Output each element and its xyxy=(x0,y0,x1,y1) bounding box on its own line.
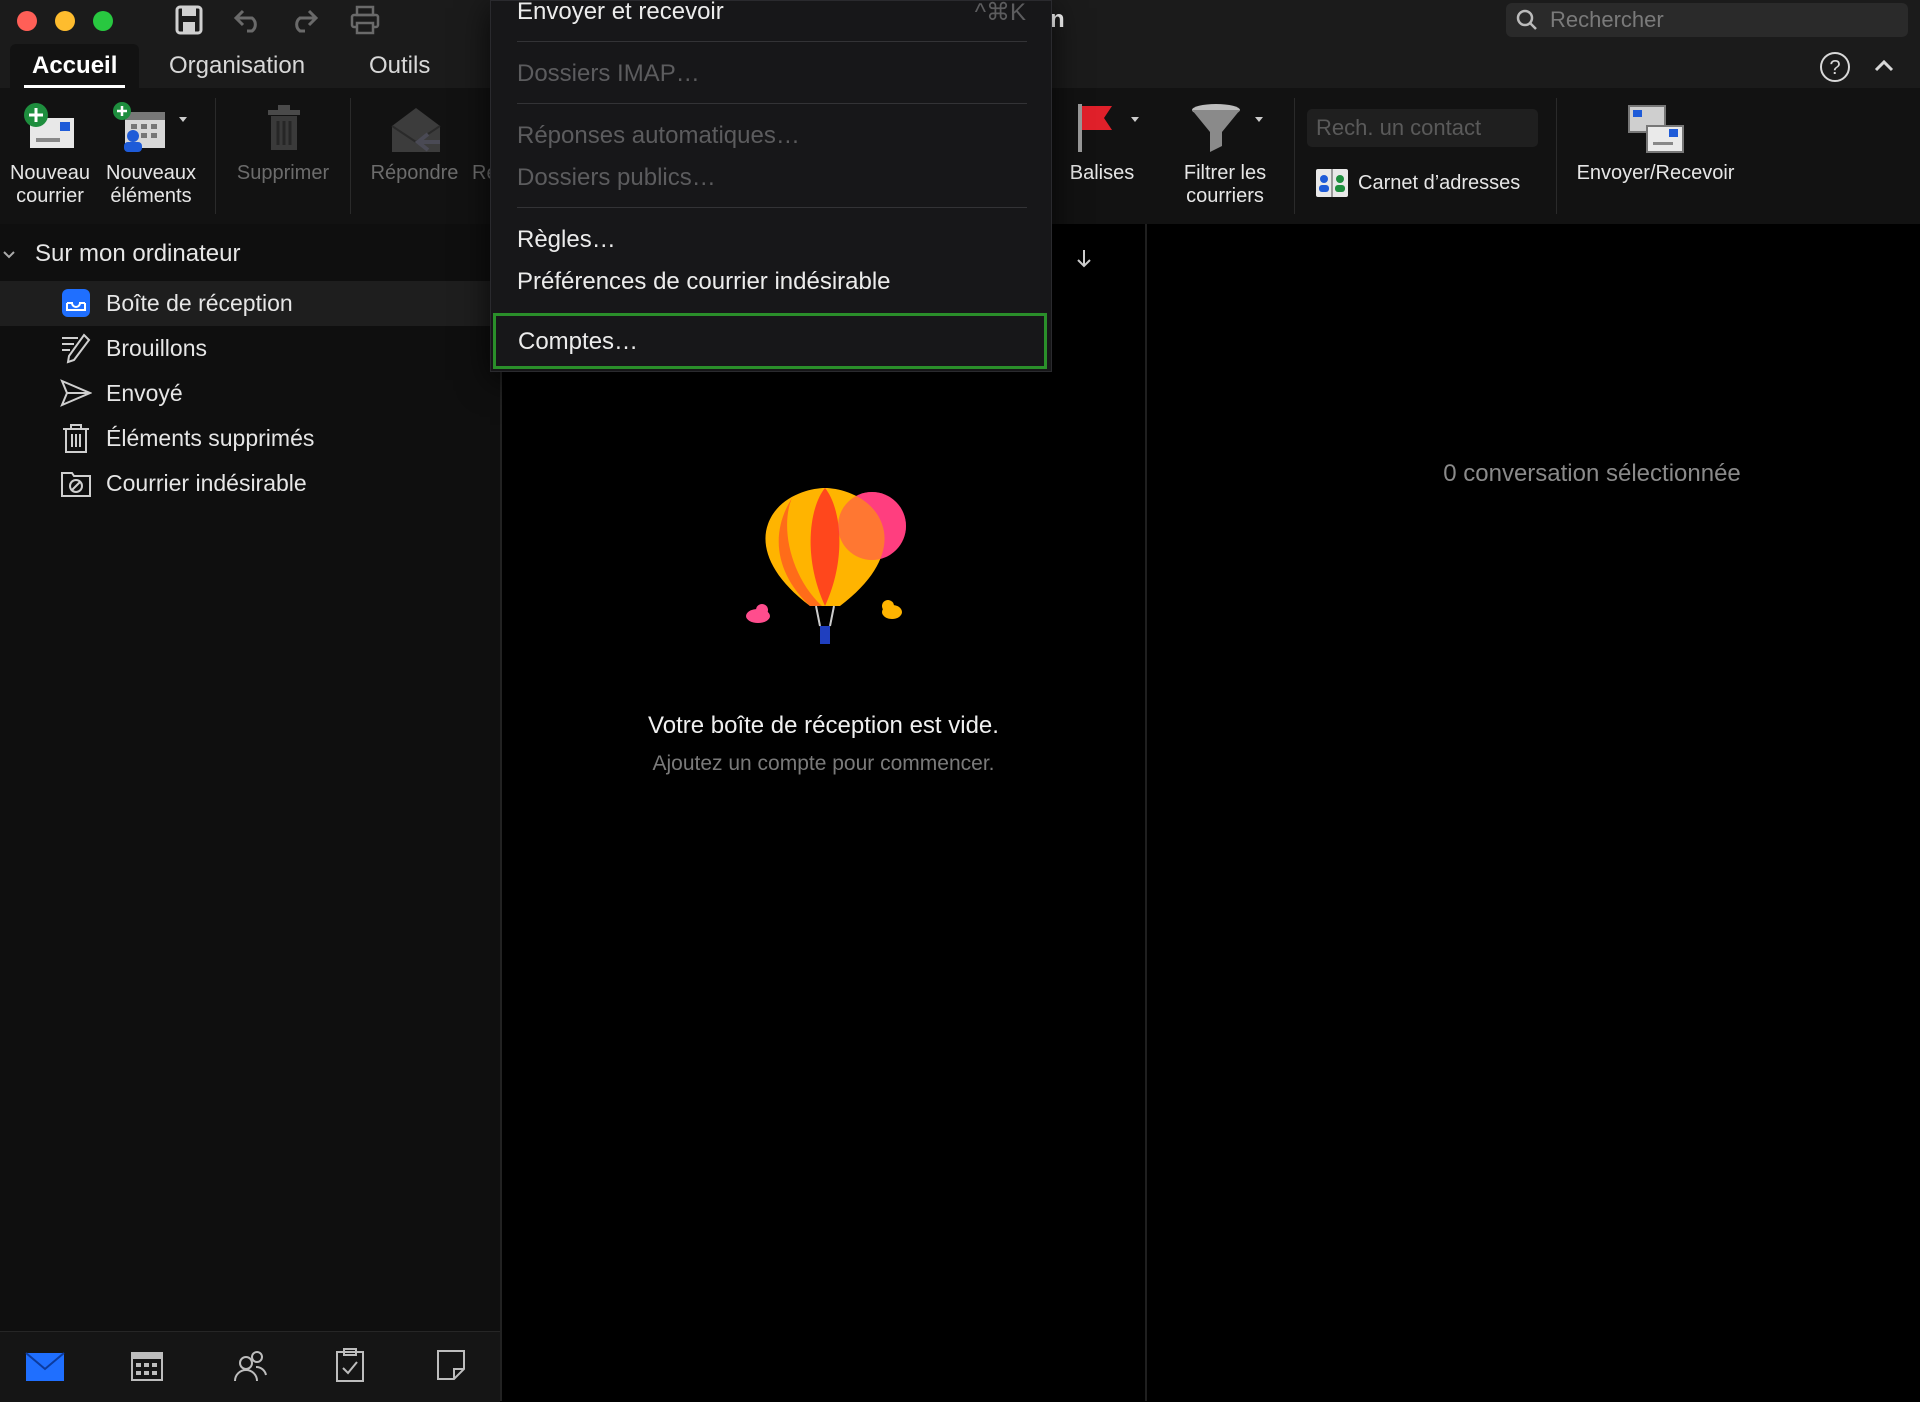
tab-accueil[interactable]: Accueil xyxy=(10,44,140,88)
account-group-label[interactable]: Sur mon ordinateur xyxy=(35,240,240,268)
menu-separator xyxy=(517,207,1027,208)
print-icon[interactable] xyxy=(349,4,381,36)
junk-icon xyxy=(61,472,91,497)
filter-mail-button[interactable]: Filtrer les courriers xyxy=(1170,102,1280,212)
menu-separator xyxy=(517,103,1027,104)
address-book-label: Carnet d’adresses xyxy=(1358,172,1521,194)
trash-icon xyxy=(63,424,89,453)
ribbon-divider xyxy=(1294,98,1295,214)
folder-sent[interactable]: Envoyé xyxy=(0,371,500,416)
folder-label: Éléments supprimés xyxy=(106,425,315,451)
folder-label: Boîte de réception xyxy=(106,290,293,316)
chevron-down-icon[interactable] xyxy=(2,248,16,260)
zoom-window-button[interactable] xyxy=(93,11,113,31)
new-items-button[interactable]: Nouveaux éléments xyxy=(101,102,201,212)
folder-inbox[interactable]: Boîte de réception xyxy=(0,281,500,326)
reply-label: Répondre xyxy=(370,162,459,184)
new-items-label-2: éléments xyxy=(110,185,192,207)
calendar-icon[interactable] xyxy=(130,1350,164,1382)
ribbon-divider xyxy=(1556,98,1557,214)
folder-deleted[interactable]: Éléments supprimés xyxy=(0,416,500,461)
people-icon[interactable] xyxy=(232,1348,268,1384)
tab-outils[interactable]: Outils xyxy=(347,44,452,88)
close-window-button[interactable] xyxy=(17,11,37,31)
reply-button[interactable]: Répondre xyxy=(362,102,467,212)
filter-icon xyxy=(1192,104,1240,152)
new-mail-icon xyxy=(24,103,74,148)
new-mail-button[interactable]: Nouveau courrier xyxy=(4,102,96,212)
search-icon xyxy=(1516,9,1537,30)
save-icon[interactable] xyxy=(175,5,203,35)
empty-state-title: Votre boîte de réception est vide. xyxy=(648,712,999,739)
menu-item-send-receive[interactable]: Envoyer et recevoir xyxy=(517,0,724,26)
delete-button[interactable]: Supprimer xyxy=(228,102,338,212)
collapse-ribbon-icon[interactable] xyxy=(1872,57,1896,75)
window-title: n xyxy=(1050,6,1065,33)
menu-separator xyxy=(517,41,1027,42)
filter-dropdown-icon[interactable] xyxy=(1254,116,1264,124)
notes-icon[interactable] xyxy=(436,1349,466,1381)
delete-label: Supprimer xyxy=(236,162,330,184)
menu-item-imap-folders: Dossiers IMAP… xyxy=(517,60,700,87)
balloon-illustration-icon xyxy=(746,488,906,644)
tab-organisation[interactable]: Organisation xyxy=(147,44,327,88)
new-mail-label-1: Nouveau xyxy=(9,162,91,184)
reading-pane: 0 conversation sélectionnée xyxy=(1147,224,1920,1401)
message-list: Votre boîte de réception est vide. Ajout… xyxy=(502,224,1147,1401)
menu-item-junk-preferences[interactable]: Préférences de courrier indésirable xyxy=(517,268,891,296)
menu-item-public-folders: Dossiers publics… xyxy=(517,164,716,191)
folder-drafts[interactable]: Brouillons xyxy=(0,326,500,371)
mail-icon[interactable] xyxy=(25,1352,65,1382)
menu-item-accounts-label: Comptes… xyxy=(518,328,639,355)
folder-pane: Sur mon ordinateur Boîte de réception Br… xyxy=(0,224,502,1401)
tags-dropdown-icon[interactable] xyxy=(1130,116,1140,124)
svg-text:?: ? xyxy=(1829,57,1840,79)
menu-item-rules[interactable]: Règles… xyxy=(517,226,616,254)
new-items-dropdown-icon[interactable] xyxy=(178,116,188,124)
inbox-icon xyxy=(62,289,90,317)
tags-button[interactable]: Balises xyxy=(1052,102,1152,212)
send-receive-icon xyxy=(1628,105,1684,153)
search-box[interactable] xyxy=(1506,3,1908,37)
new-items-icon xyxy=(113,102,165,152)
drafts-icon xyxy=(62,333,91,364)
send-receive-label: Envoyer/Recevoir xyxy=(1576,162,1735,184)
filter-label-2: courriers xyxy=(1186,185,1264,207)
tools-menu: Envoyer et recevoir ^⌘K Dossiers IMAP… R… xyxy=(490,0,1052,372)
folder-label: Brouillons xyxy=(106,335,207,361)
new-mail-label-2: courrier xyxy=(16,185,84,207)
sent-icon xyxy=(60,379,92,407)
folder-label: Envoyé xyxy=(106,380,183,406)
contact-search-input[interactable] xyxy=(1307,109,1538,147)
undo-icon[interactable] xyxy=(233,7,263,33)
send-receive-button[interactable]: Envoyer/Recevoir xyxy=(1568,102,1743,212)
module-switcher xyxy=(0,1331,500,1402)
tasks-icon[interactable] xyxy=(334,1347,366,1383)
menu-item-auto-replies: Réponses automatiques… xyxy=(517,122,800,149)
tags-label: Balises xyxy=(1069,162,1135,184)
trash-icon xyxy=(268,105,300,150)
folder-junk[interactable]: Courrier indésirable xyxy=(0,461,500,506)
ribbon-divider xyxy=(215,98,216,214)
help-icon[interactable]: ? xyxy=(1819,51,1851,83)
menu-item-accounts[interactable]: Comptes… xyxy=(493,313,1047,369)
flag-icon xyxy=(1078,104,1112,152)
new-items-label-1: Nouveaux xyxy=(105,162,197,184)
redo-icon[interactable] xyxy=(289,7,319,33)
empty-state-subtitle: Ajoutez un compte pour commencer. xyxy=(652,752,995,775)
search-input[interactable] xyxy=(1550,7,1890,33)
selection-status: 0 conversation sélectionnée xyxy=(1443,460,1741,487)
minimize-window-button[interactable] xyxy=(55,11,75,31)
filter-label-1: Filtrer les xyxy=(1183,162,1267,184)
address-book-icon xyxy=(1316,169,1348,197)
address-book-button[interactable]: Carnet d’adresses xyxy=(1312,166,1542,202)
ribbon-divider xyxy=(350,98,351,214)
sort-arrow-down-icon[interactable] xyxy=(1074,248,1094,270)
folder-label: Courrier indésirable xyxy=(106,470,307,496)
menu-shortcut: ^⌘K xyxy=(974,0,1026,26)
reply-icon xyxy=(391,108,441,152)
